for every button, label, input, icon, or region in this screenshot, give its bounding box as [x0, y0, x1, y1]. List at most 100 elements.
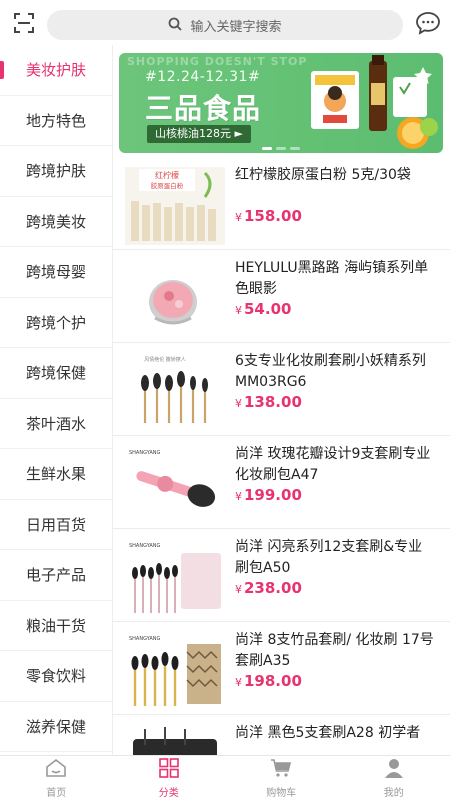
product-panel: SHOPPING DOESN'T STOP #12.24-12.31# 三品食品… — [113, 45, 450, 755]
product-item[interactable]: 红柠檬 胶原蛋白粉 红柠檬胶原蛋白粉 5克/30袋 ¥158.00 — [113, 157, 450, 250]
tab-label: 分类 — [158, 787, 179, 799]
sidebar-item-crossborder-health[interactable]: 跨境保健 — [0, 348, 112, 399]
banner-title: 三品食品 — [145, 92, 262, 125]
svg-text:SHANGYANG: SHANGYANG — [129, 636, 161, 642]
product-image: 红柠檬 胶原蛋白粉 — [125, 167, 225, 245]
sidebar-item-beauty[interactable]: 美妆护肤 — [0, 45, 112, 96]
sidebar-item-label: 茶叶酒水 — [25, 414, 86, 433]
scan-button[interactable] — [0, 0, 48, 50]
banner-faint-text: SHOPPING DOESN'T STOP — [127, 55, 308, 68]
banner-chip: 山核桃油128元 ► — [147, 125, 251, 143]
tab-label: 首页 — [46, 787, 67, 799]
banner-dot[interactable] — [276, 147, 286, 150]
sidebar-item-label: 跨境护肤 — [25, 162, 86, 181]
price-value: 54.00 — [244, 300, 292, 318]
product-image — [125, 725, 225, 755]
currency-symbol: ¥ — [235, 583, 242, 596]
sidebar-item-crossborder-baby[interactable]: 跨境母婴 — [0, 247, 112, 298]
currency-symbol: ¥ — [235, 211, 242, 224]
sidebar-item-nourishing-health[interactable]: 滋养保健 — [0, 702, 112, 752]
product-name: 尚洋 闪亮系列12支套刷&专业刷包A50 — [235, 539, 423, 576]
sidebar-item-label: 跨境母婴 — [25, 263, 86, 282]
scan-icon — [13, 12, 35, 38]
tab-profile[interactable]: 我的 — [338, 756, 450, 800]
product-price: ¥198.00 — [235, 672, 302, 690]
sidebar-item-label: 美妆护肤 — [25, 61, 86, 80]
product-item[interactable]: SHANGYANG 尚洋 玫瑰花瓣设计9支套刷专业化妆刷包A47 ¥199.00 — [113, 436, 450, 529]
product-name: HEYLULU黑路路 海屿镇系列单色眼影 — [235, 260, 429, 297]
price-value: 238.00 — [244, 579, 302, 597]
sidebar-item-label: 跨境美妆 — [25, 212, 86, 231]
tab-category[interactable]: 分类 — [113, 756, 226, 800]
cart-icon — [270, 758, 292, 782]
sidebar-item-daily-goods[interactable]: 日用百货 — [0, 500, 112, 550]
category-grid-icon — [158, 757, 180, 782]
sidebar-item-label: 日用百货 — [25, 515, 86, 534]
product-price: ¥238.00 — [235, 579, 302, 597]
sidebar-item-crossborder-makeup[interactable]: 跨境美妆 — [0, 197, 112, 247]
product-item[interactable]: SHANGYANG 尚洋 8支竹品套刷/ 化妆刷 17号套刷A35 ¥198.0… — [113, 622, 450, 715]
sidebar-item-label: 滋养保健 — [25, 717, 86, 736]
product-name: 尚洋 黑色5支套刷A28 初学者 — [235, 725, 421, 741]
sidebar-item-crossborder-personal-care[interactable]: 跨境个护 — [0, 298, 112, 348]
currency-symbol: ¥ — [235, 676, 242, 689]
svg-text:SHANGYANG: SHANGYANG — [129, 543, 161, 549]
product-item[interactable]: HEYLULU黑路路 海屿镇系列单色眼影 ¥54.00 — [113, 250, 450, 343]
product-price: ¥199.00 — [235, 486, 302, 504]
search-icon — [168, 16, 183, 35]
tab-home[interactable]: 首页 — [0, 756, 113, 800]
banner-date: #12.24-12.31# — [145, 69, 261, 85]
sidebar-item-label: 粮油干货 — [25, 616, 86, 635]
sidebar-item-label: 地方特色 — [25, 111, 86, 130]
price-value: 138.00 — [244, 393, 302, 411]
svg-text:SHANGYANG: SHANGYANG — [129, 450, 161, 456]
sidebar-item-crossborder-skincare[interactable]: 跨境护肤 — [0, 146, 112, 197]
product-name: 尚洋 8支竹品套刷/ 化妆刷 17号套刷A35 — [235, 632, 434, 669]
sidebar-item-electronics[interactable]: 电子产品 — [0, 550, 112, 601]
promo-banner[interactable]: SHOPPING DOESN'T STOP #12.24-12.31# 三品食品… — [119, 53, 443, 153]
banner-dot[interactable] — [262, 147, 272, 150]
home-icon — [45, 758, 67, 782]
banner-dot[interactable] — [290, 147, 300, 150]
svg-text:风情绝伦 撒娇撩人: 风情绝伦 撒娇撩人 — [144, 356, 186, 363]
product-name: 6支专业化妆刷套刷小妖精系列MM03RG6 — [235, 353, 426, 390]
sidebar-item-local-specialty[interactable]: 地方特色 — [0, 96, 112, 146]
sidebar-item-grain-oil[interactable]: 粮油干货 — [0, 601, 112, 651]
product-image: 风情绝伦 撒娇撩人 — [125, 353, 225, 431]
product-item[interactable]: 风情绝伦 撒娇撩人 6支专业化妆刷套刷小妖精系列MM03RG6 ¥138.00 — [113, 343, 450, 436]
message-button[interactable] — [414, 11, 442, 39]
product-item[interactable]: SHANGYANG 尚洋 闪亮系列12支套刷&专业刷包A50 ¥238.00 — [113, 529, 450, 622]
tab-cart[interactable]: 购物车 — [225, 756, 338, 800]
product-item[interactable]: 尚洋 黑色5支套刷A28 初学者 — [113, 715, 450, 755]
product-image: SHANGYANG — [125, 632, 225, 710]
product-price: ¥158.00 — [235, 207, 302, 225]
currency-symbol: ¥ — [235, 397, 242, 410]
sidebar-item-fresh-fruit[interactable]: 生鲜水果 — [0, 449, 112, 500]
category-sidebar: 美妆护肤 地方特色 跨境护肤 跨境美妆 跨境母婴 跨境个护 跨境保健 茶叶酒水 … — [0, 45, 113, 755]
product-image — [125, 260, 225, 338]
currency-symbol: ¥ — [235, 490, 242, 503]
svg-text:红柠檬: 红柠檬 — [155, 170, 179, 180]
banner-pagination — [119, 147, 443, 150]
price-value: 198.00 — [244, 672, 302, 690]
product-list: 红柠檬 胶原蛋白粉 红柠檬胶原蛋白粉 5克/30袋 ¥158.00 HEYLUL… — [113, 157, 450, 755]
sidebar-item-label: 跨境保健 — [25, 364, 86, 383]
price-value: 199.00 — [244, 486, 302, 504]
sidebar-item-label: 零食饮料 — [25, 667, 86, 686]
bottom-tab-bar: 首页 分类 购物车 我的 — [0, 755, 450, 800]
sidebar-item-tea-wine[interactable]: 茶叶酒水 — [0, 399, 112, 449]
svg-text:胶原蛋白粉: 胶原蛋白粉 — [151, 181, 184, 190]
sidebar-item-label: 跨境个护 — [25, 313, 86, 332]
search-input[interactable]: 输入关键字搜索 — [47, 10, 403, 40]
tab-label: 我的 — [383, 787, 404, 799]
product-name: 尚洋 玫瑰花瓣设计9支套刷专业化妆刷包A47 — [235, 446, 431, 483]
search-placeholder: 输入关键字搜索 — [190, 19, 282, 35]
sidebar-item-label: 生鲜水果 — [25, 465, 86, 484]
sidebar-item-label: 电子产品 — [25, 566, 86, 585]
top-bar: 输入关键字搜索 — [0, 0, 450, 50]
product-name: 红柠檬胶原蛋白粉 5克/30袋 — [235, 167, 411, 183]
user-icon — [383, 758, 405, 782]
product-image: SHANGYANG — [125, 539, 225, 617]
sidebar-item-snacks-drinks[interactable]: 零食饮料 — [0, 651, 112, 702]
product-price: ¥54.00 — [235, 300, 291, 318]
